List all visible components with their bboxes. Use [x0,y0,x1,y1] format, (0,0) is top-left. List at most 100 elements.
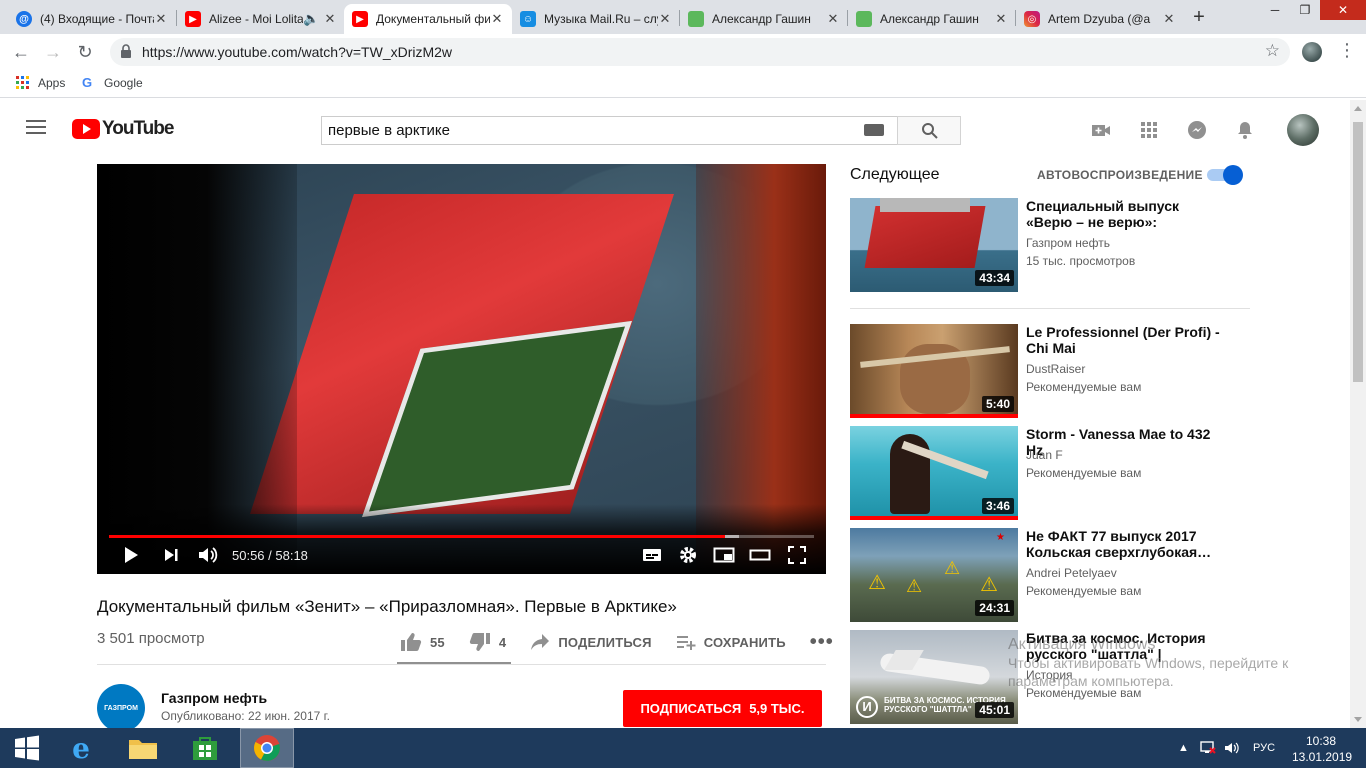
close-tab-icon[interactable]: ✕ [994,11,1008,27]
video-actions: 55 4 ПОДЕЛИТЬСЯ СОХРАНИТЬ ••• [400,630,834,654]
menu-icon[interactable] [26,120,46,134]
youtube-logo[interactable]: YouTube [72,118,174,140]
tab-gashin-1[interactable]: Александр Гашин ✕ [680,4,848,34]
recommendation-item[interactable]: 43:34 Специальный выпуск «Верю – не верю… [850,198,1250,294]
more-actions-icon[interactable]: ••• [810,631,834,654]
tab-mail[interactable]: @ (4) Входящие - Почта ✕ [8,4,176,34]
store-icon[interactable] [178,728,232,768]
restore-button[interactable]: ❐ [1290,0,1320,20]
scroll-up-arrow-icon[interactable] [1354,106,1362,111]
dislike-button[interactable]: 4 [469,632,506,652]
system-clock[interactable]: 10:38 13.01.2019 [1292,733,1352,765]
close-tab-icon[interactable]: ✕ [323,11,337,27]
new-tab-button[interactable]: + [1188,6,1210,28]
clock-time: 10:38 [1305,734,1337,748]
bookmark-google[interactable]: G Google [82,76,143,91]
file-explorer-icon[interactable] [116,728,170,768]
video-title[interactable]: Le Professionnel (Der Profi) - Chi Mai [1026,324,1226,356]
close-window-button[interactable]: ✕ [1320,0,1366,20]
bookmark-apps[interactable]: Apps [16,76,65,90]
channel-name[interactable]: DustRaiser [1026,362,1085,376]
start-button[interactable] [0,728,54,768]
channel-avatar[interactable]: ГАЗПРОМ [97,684,145,732]
tab-music-mail[interactable]: ☺ Музыка Mail.Ru – слушать ✕ [512,4,680,34]
bookmark-star-icon[interactable]: ☆ [1265,41,1280,61]
tab-gashin-2[interactable]: Александр Гашин ✕ [848,4,1016,34]
fullscreen-icon[interactable] [787,545,807,565]
network-icon[interactable] [1200,728,1216,768]
channel-name[interactable]: Газпром нефть [1026,236,1110,250]
chrome-taskbar-icon[interactable] [240,728,294,768]
chrome-profile-avatar[interactable] [1302,42,1322,62]
save-button[interactable]: СОХРАНИТЬ [676,633,786,651]
recommendation-item[interactable]: 3:46 Storm - Vanessa Mae to 432 Hz Juan … [850,426,1250,522]
green-square-icon [856,11,872,27]
apps-icon[interactable] [1139,120,1159,140]
video-title[interactable]: Специальный выпуск «Верю – не верю»: пла… [1026,198,1226,230]
user-avatar[interactable] [1287,114,1319,146]
show-hidden-icons[interactable]: ▲ [1178,728,1189,768]
subscribe-button[interactable]: ПОДПИСАТЬСЯ 5,9 ТЫС. [623,690,822,727]
share-button[interactable]: ПОДЕЛИТЬСЯ [530,633,651,651]
omnibox[interactable]: https://www.youtube.com/watch?v=TW_xDriz… [110,38,1290,66]
play-icon[interactable] [123,545,139,565]
lock-icon [121,44,131,58]
volume-icon[interactable] [197,545,219,565]
messages-icon[interactable] [1187,120,1207,140]
create-video-icon[interactable] [1091,120,1111,140]
close-tab-icon[interactable]: ✕ [154,11,168,27]
miniplayer-icon[interactable] [713,545,735,565]
close-tab-icon[interactable]: ✕ [658,11,672,27]
next-video-icon[interactable] [163,545,179,565]
windows-logo-icon [15,735,39,761]
channel-name[interactable]: Andrei Petelyaev [1026,566,1117,580]
bookmark-label: Google [104,76,143,90]
recommendation-item[interactable]: 5:40 Le Professionnel (Der Profi) - Chi … [850,324,1250,420]
keyboard-icon[interactable] [864,124,884,136]
video-player[interactable]: 50:56 / 58:18 [97,164,826,574]
forward-button[interactable]: → [42,41,64,63]
chrome-menu-icon[interactable]: ⋮ [1338,40,1356,61]
video-title[interactable]: Не ФАКТ 77 выпуск 2017 Кольская сверхглу… [1026,528,1226,560]
subtitles-icon[interactable] [642,545,662,565]
back-button[interactable]: ← [10,41,32,63]
search-input[interactable] [321,116,897,145]
scroll-down-arrow-icon[interactable] [1354,717,1362,722]
autoplay-toggle[interactable] [1207,165,1243,185]
settings-gear-icon[interactable] [678,545,698,565]
theater-mode-icon[interactable] [749,545,771,565]
divider [850,308,1250,309]
close-tab-icon[interactable]: ✕ [490,11,504,27]
mail-icon: @ [16,11,32,27]
video-meta: Рекомендуемые вам [1026,380,1142,394]
notifications-bell-icon[interactable] [1235,120,1255,140]
internet-explorer-icon[interactable]: e [54,728,108,768]
video-progress-bar[interactable] [109,535,814,538]
minimize-button[interactable]: ─ [1260,0,1290,20]
close-tab-icon[interactable]: ✕ [826,11,840,27]
video-duration: 5:40 [981,396,1014,412]
channel-name[interactable]: Juan F [1026,448,1063,462]
video-thumbnail[interactable]: 43:34 [850,198,1018,292]
tab-documentary[interactable]: ▶ Документальный фильм ✕ [344,4,512,34]
tab-instagram[interactable]: ◎ Artem Dzyuba (@a ✕ [1016,4,1184,34]
like-button[interactable]: 55 [400,632,445,652]
tab-alizee[interactable]: ▶ Alizee - Moi Lolita 🔈 ✕ [177,4,345,34]
video-thumbnail[interactable]: 3:46 [850,426,1018,520]
close-tab-icon[interactable]: ✕ [1162,11,1176,27]
tab-title: Alizee - Moi Lolita [209,12,303,26]
channel-name[interactable]: Газпром нефть [161,690,267,706]
search-button[interactable] [897,116,961,145]
video-thumbnail[interactable]: ⚠ ⚠ ⚠ ⚠ ★ 24:31 [850,528,1018,622]
video-thumbnail[interactable]: И БИТВА ЗА КОСМОС. ИСТОРИЯ РУССКОГО "ШАТ… [850,630,1018,724]
istoriya-logo-icon: И [856,696,878,718]
video-meta: Рекомендуемые вам [1026,584,1142,598]
speaker-tray-icon[interactable] [1224,728,1240,768]
scrollbar-thumb[interactable] [1353,122,1363,382]
channel-avatar-logo: ГАЗПРОМ [104,704,138,712]
page-scrollbar[interactable] [1350,100,1366,728]
recommendation-item[interactable]: ⚠ ⚠ ⚠ ⚠ ★ 24:31 Не ФАКТ 77 выпуск 2017 К… [850,528,1250,624]
reload-button[interactable]: ↻ [74,41,96,63]
language-indicator[interactable]: РУС [1253,728,1275,768]
video-thumbnail[interactable]: 5:40 [850,324,1018,418]
